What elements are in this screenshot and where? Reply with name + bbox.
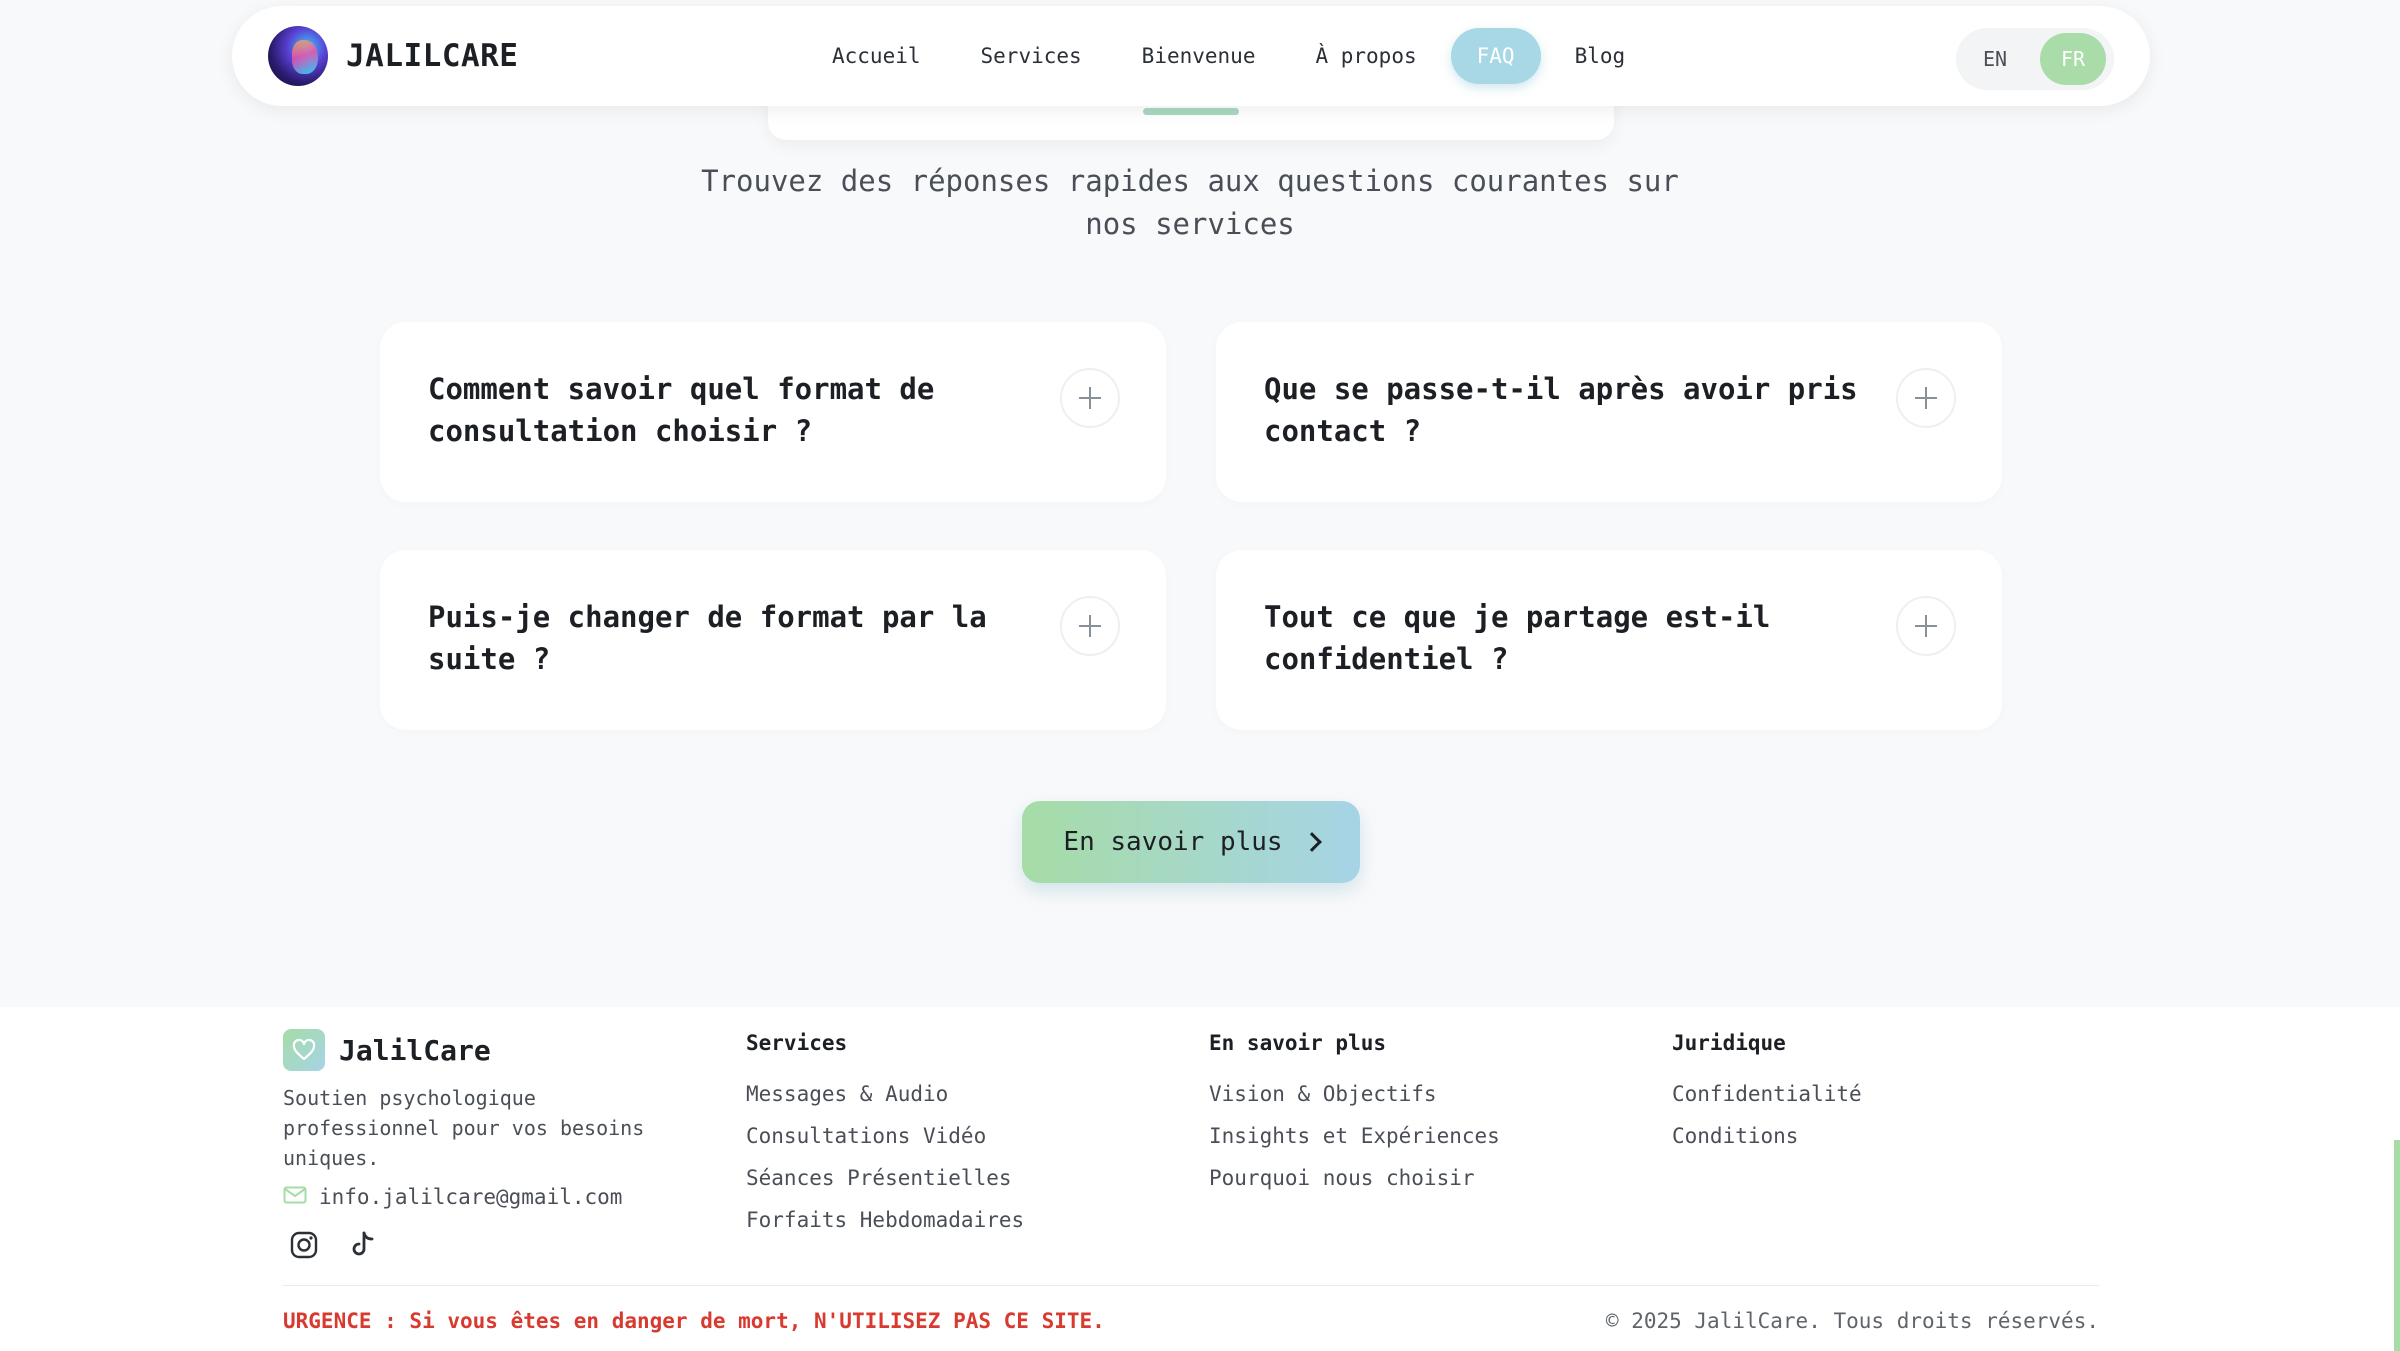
faq-expand-button[interactable] [1896, 368, 1956, 428]
footer-email: info.jalilcare@gmail.com [319, 1185, 623, 1209]
instagram-icon[interactable] [288, 1229, 320, 1261]
faq-question: Comment savoir quel format de consultati… [428, 372, 935, 448]
footer-brand[interactable]: JalilCare [283, 1029, 491, 1071]
footer-link[interactable]: Confidentialité [1672, 1073, 1862, 1115]
faq-question: Puis-je changer de format par la suite ? [428, 600, 987, 676]
emergency-warning: URGENCE : Si vous êtes en danger de mort… [283, 1309, 1105, 1333]
section-accent-bar [1143, 108, 1239, 115]
footer-link[interactable]: Insights et Expériences [1209, 1115, 1500, 1157]
copyright: © 2025 JalilCare. Tous droits réservés. [1605, 1309, 2099, 1333]
plus-icon [1079, 387, 1101, 409]
plus-icon [1915, 387, 1937, 409]
tiktok-icon[interactable] [346, 1229, 378, 1261]
faq-item[interactable]: Comment savoir quel format de consultati… [380, 322, 1166, 502]
scroll-indicator [2394, 1140, 2400, 1351]
nav-link-a-propos[interactable]: À propos [1285, 28, 1446, 84]
nav-link-bienvenue[interactable]: Bienvenue [1112, 28, 1286, 84]
footer-link[interactable]: Forfaits Hebdomadaires [746, 1199, 1024, 1241]
footer-link[interactable]: Messages & Audio [746, 1073, 1024, 1115]
brand[interactable]: JALILCARE [268, 26, 518, 86]
footer-divider [283, 1285, 2099, 1286]
footer-link[interactable]: Consultations Vidéo [746, 1115, 1024, 1157]
top-navbar: JALILCARE Accueil Services Bienvenue À p… [232, 6, 2150, 106]
faq-item[interactable]: Que se passe-t-il après avoir pris conta… [1216, 322, 2002, 502]
footer-link[interactable]: Séances Présentielles [746, 1157, 1024, 1199]
nav-link-faq[interactable]: FAQ [1450, 28, 1541, 84]
faq-item[interactable]: Tout ce que je partage est-il confidenti… [1216, 550, 2002, 730]
footer-link[interactable]: Conditions [1672, 1115, 1862, 1157]
footer-column-services: Services Messages & Audio Consultations … [746, 1031, 1024, 1241]
footer-column-title: En savoir plus [1209, 1031, 1387, 1055]
lang-en-button[interactable]: EN [1962, 33, 2028, 85]
mail-icon [283, 1185, 307, 1209]
plus-icon [1079, 615, 1101, 637]
footer-column-juridique: Juridique Confidentialité Conditions [1672, 1031, 1862, 1157]
site-footer: JalilCare Soutien psychologique professi… [0, 1007, 2400, 1351]
nav-link-services[interactable]: Services [951, 28, 1112, 84]
footer-column-title: Services [746, 1031, 848, 1055]
nav-link-accueil[interactable]: Accueil [802, 28, 951, 84]
lang-fr-button[interactable]: FR [2040, 33, 2106, 85]
brand-name: JALILCARE [346, 38, 519, 74]
brand-logo-avatar [268, 26, 328, 86]
language-switch: EN FR [1956, 28, 2114, 90]
footer-link[interactable]: Vision & Objectifs [1209, 1073, 1500, 1115]
learn-more-label: En savoir plus [1063, 827, 1283, 857]
chevron-right-icon [1301, 832, 1322, 852]
faq-expand-button[interactable] [1060, 368, 1120, 428]
plus-icon [1915, 615, 1937, 637]
footer-column-title: Juridique [1672, 1031, 1786, 1055]
faq-question: Que se passe-t-il après avoir pris conta… [1264, 372, 1858, 448]
footer-column-en-savoir-plus: En savoir plus Vision & Objectifs Insigh… [1209, 1031, 1500, 1199]
footer-brand-name: JalilCare [339, 1033, 491, 1067]
footer-email-link[interactable]: info.jalilcare@gmail.com [283, 1185, 622, 1209]
faq-expand-button[interactable] [1896, 596, 1956, 656]
faq-subtitle: Trouvez des réponses rapides aux questio… [701, 164, 1679, 241]
learn-more-button[interactable]: En savoir plus [1022, 801, 1360, 883]
faq-expand-button[interactable] [1060, 596, 1120, 656]
social-links [288, 1229, 404, 1261]
nav-links: Accueil Services Bienvenue À propos FAQ … [802, 28, 1655, 84]
footer-description: Soutien psychologique professionnel pour… [283, 1086, 645, 1170]
faq-question: Tout ce que je partage est-il confidenti… [1264, 600, 1771, 676]
nav-link-blog[interactable]: Blog [1545, 28, 1656, 84]
heart-icon [283, 1029, 325, 1071]
faq-item[interactable]: Puis-je changer de format par la suite ? [380, 550, 1166, 730]
footer-link[interactable]: Pourquoi nous choisir [1209, 1157, 1500, 1199]
